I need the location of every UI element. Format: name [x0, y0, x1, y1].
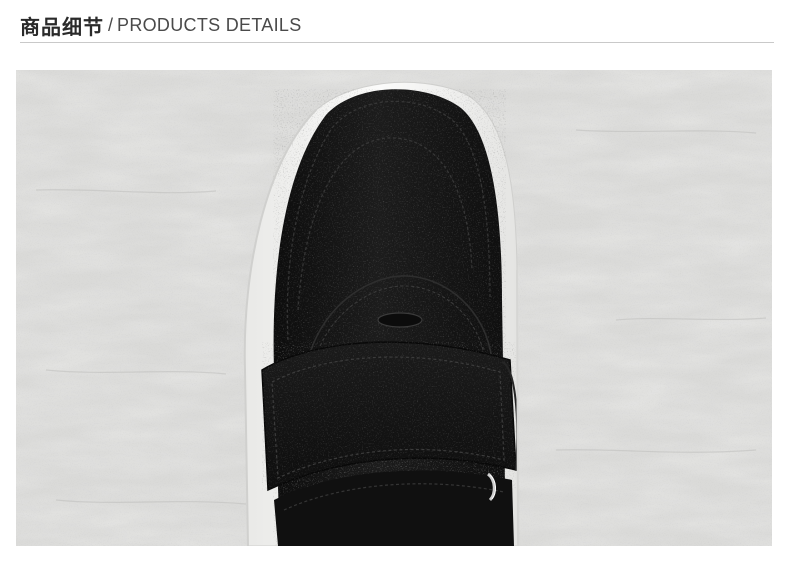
- section-header: 商品细节 / PRODUCTS DETAILS: [20, 8, 774, 42]
- product-detail-photo: [16, 70, 772, 546]
- title-separator: /: [108, 14, 114, 35]
- section-title-chinese: 商品细节: [20, 14, 104, 39]
- shoe-illustration: [16, 70, 772, 546]
- header-divider: [20, 42, 774, 43]
- section-title-english: PRODUCTS DETAILS: [117, 14, 302, 35]
